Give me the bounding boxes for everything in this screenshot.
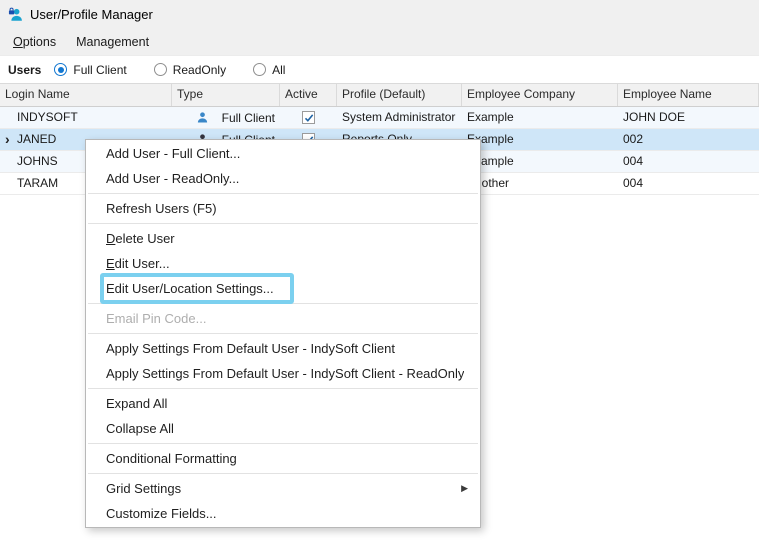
- menu-item-label: Edit User...: [106, 256, 170, 271]
- context-menu: Add User - Full Client... Add User - Read…: [85, 139, 481, 528]
- login-cell: INDYSOFT: [0, 107, 172, 128]
- menu-item-label: Add User - ReadOnly...: [106, 171, 240, 186]
- window-title: User/Profile Manager: [30, 6, 153, 22]
- column-header[interactable]: Profile (Default): [337, 84, 462, 106]
- menu-item[interactable]: Apply Settings From Default User - IndyS…: [86, 336, 480, 361]
- menu-item[interactable]: Grid Settings ▶: [86, 476, 480, 501]
- grid-header: Login Name Type Active Profile (Default) Emp…: [0, 83, 759, 107]
- title-bar: User/Profile Manager: [0, 0, 759, 28]
- menu-separator: [88, 388, 478, 389]
- column-header[interactable]: Type: [172, 84, 280, 106]
- column-header[interactable]: Employee Name: [618, 84, 759, 106]
- radio-icon: [54, 63, 68, 76]
- menu-item-label: Edit User/Location Settings...: [106, 281, 274, 296]
- menu-item: Email Pin Code...: [86, 306, 480, 331]
- column-header[interactable]: Active: [280, 84, 337, 106]
- menu-item-label: Conditional Formatting: [106, 451, 237, 466]
- radio-label: ReadOnly: [172, 62, 227, 77]
- radio-option-all[interactable]: All: [253, 63, 285, 77]
- menu-item-label: Add User - Full Client...: [106, 146, 241, 161]
- active-cell: [280, 107, 337, 128]
- menu-separator: [88, 193, 478, 194]
- menu-item[interactable]: Collapse All: [86, 416, 480, 441]
- menu-item[interactable]: Edit User...: [86, 251, 480, 276]
- user-icon: [196, 111, 209, 124]
- menu-separator: [88, 473, 478, 474]
- employee-name-cell: 004: [623, 176, 644, 190]
- menu-options[interactable]: Options: [3, 31, 66, 53]
- menu-item-label: Delete User: [106, 231, 175, 246]
- employee-name-cell: 002: [623, 132, 644, 146]
- login-name: JANED: [17, 132, 57, 146]
- menu-separator: [88, 333, 478, 334]
- menu-item-label: Collapse All: [106, 421, 174, 436]
- focused-row-indicator: ›: [5, 131, 10, 147]
- menu-item[interactable]: Add User - Full Client...: [86, 141, 480, 166]
- employee-name-cell: 004: [623, 154, 644, 168]
- menu-item[interactable]: Refresh Users (F5): [86, 196, 480, 221]
- active-checkbox[interactable]: [302, 111, 315, 124]
- menu-item[interactable]: Customize Fields...: [86, 501, 480, 526]
- menu-item[interactable]: Conditional Formatting: [86, 446, 480, 471]
- column-header[interactable]: Login Name: [0, 84, 172, 106]
- menu-item-label: Customize Fields...: [106, 506, 217, 521]
- type-cell: Full Client: [172, 107, 280, 128]
- login-name: INDYSOFT: [17, 110, 78, 124]
- menu-item[interactable]: Expand All: [86, 391, 480, 416]
- menu-separator: [88, 303, 478, 304]
- login-name: JOHNS: [17, 154, 58, 168]
- profile-cell: System Administrator: [342, 110, 456, 124]
- menu-bar: Options Management: [0, 28, 759, 56]
- menu-item-label: Grid Settings: [106, 481, 182, 496]
- menu-item[interactable]: Delete User: [86, 226, 480, 251]
- employee-name-cell: JOHN DOE: [623, 110, 686, 124]
- menu-item-label: Expand All: [106, 396, 168, 411]
- radio-icon: [253, 63, 267, 76]
- radio-icon: [153, 63, 167, 76]
- users-label: Users: [8, 62, 42, 77]
- menu-item[interactable]: Edit User/Location Settings...: [86, 273, 480, 304]
- type-label: Full Client: [221, 110, 275, 125]
- menu-item-label: Apply Settings From Default User - IndyS…: [106, 366, 465, 381]
- table-row[interactable]: INDYSOFT Full Client System Administrator E…: [0, 107, 759, 129]
- user-profile-manager-window: User/Profile Manager Options Management …: [0, 0, 759, 560]
- users-filter-bar: Users Full Client ReadOnly All: [0, 56, 759, 83]
- employee-company-cell: Example: [467, 110, 514, 124]
- menu-item-label: Refresh Users (F5): [106, 201, 217, 216]
- menu-separator: [88, 443, 478, 444]
- employee-company-cell: Example: [467, 154, 514, 168]
- menu-separator: [88, 223, 478, 224]
- user-lock-icon: [8, 7, 23, 22]
- employee-company-cell: Example: [467, 132, 514, 146]
- radio-label: All: [272, 62, 286, 77]
- column-header[interactable]: Employee Company: [462, 84, 618, 106]
- menu-item[interactable]: Apply Settings From Default User - IndyS…: [86, 361, 480, 386]
- employee-company-cell: Another: [467, 176, 510, 190]
- radio-label: Full Client: [73, 62, 127, 77]
- login-name: TARAM: [17, 176, 59, 190]
- menu-item-label: Apply Settings From Default User - IndyS…: [106, 341, 396, 356]
- menu-management[interactable]: Management: [66, 31, 159, 53]
- submenu-arrow-icon: ▶: [461, 483, 468, 493]
- menu-item-label: Email Pin Code...: [106, 311, 207, 326]
- radio-option-readonly[interactable]: ReadOnly: [153, 62, 227, 77]
- radio-option-full-client[interactable]: Full Client: [54, 62, 127, 77]
- menu-item[interactable]: Add User - ReadOnly...: [86, 166, 480, 191]
